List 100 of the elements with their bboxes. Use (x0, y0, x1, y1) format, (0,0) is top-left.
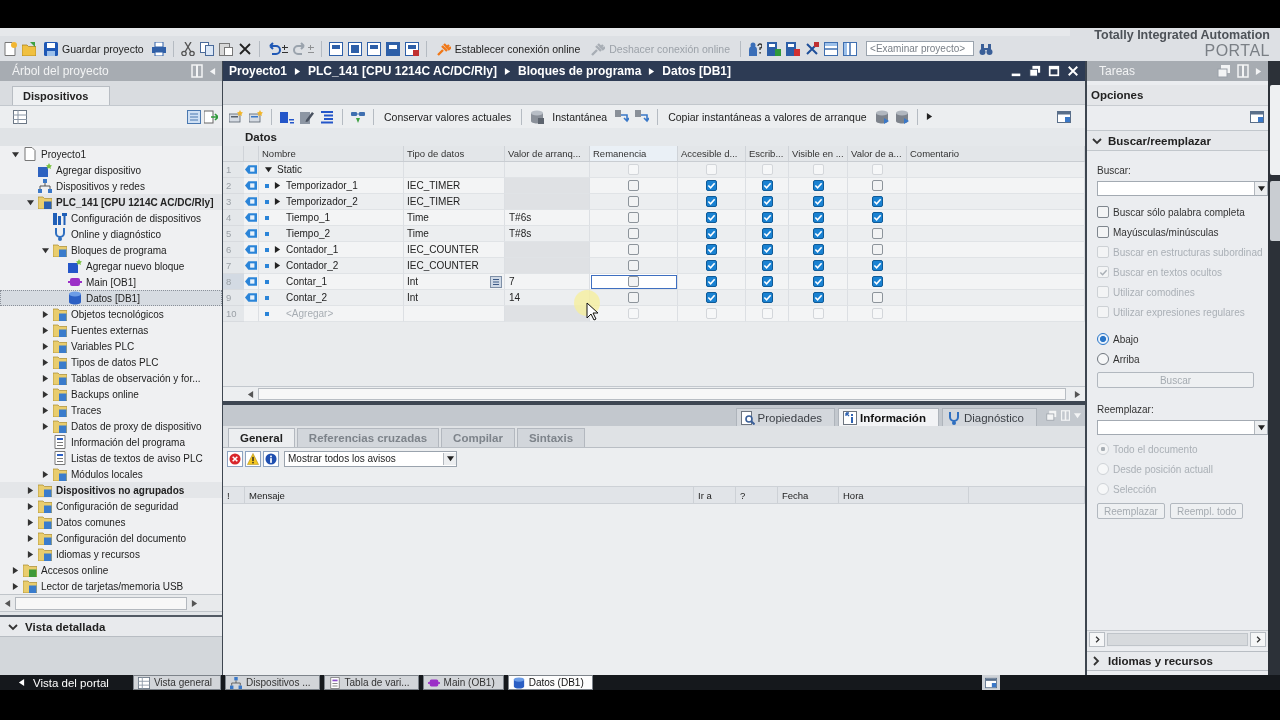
expand-arrow-icon[interactable] (27, 534, 34, 542)
edit-icon[interactable] (300, 109, 314, 124)
expand-arrow-icon[interactable] (27, 486, 34, 494)
horizontal-scrollbar[interactable] (0, 594, 222, 612)
expand-arrow-icon[interactable] (274, 198, 281, 205)
expand-arrow-icon[interactable] (12, 566, 19, 574)
insert-row-icon[interactable] (229, 109, 243, 124)
start-value[interactable]: 14 (509, 292, 521, 303)
scissors-icon[interactable] (180, 41, 195, 56)
radio-button[interactable] (1097, 333, 1109, 345)
close-icon[interactable] (1067, 65, 1079, 77)
undo-icon[interactable] (266, 41, 281, 56)
column-header[interactable]: ! (223, 487, 245, 503)
scroll-thumb[interactable] (258, 388, 1066, 400)
dropdown-arrow-icon[interactable] (446, 455, 454, 462)
table-row[interactable]: 7 Contador_2 IEC_COUNTER (223, 258, 1085, 274)
simulation-icon[interactable] (404, 41, 419, 56)
checkbox[interactable] (706, 260, 717, 271)
dropdown-arrow-icon[interactable] (1257, 424, 1265, 431)
scroll-thumb[interactable] (1107, 632, 1248, 646)
breadcrumb-item[interactable]: Datos [DB1] (662, 64, 731, 78)
load-start-values-icon[interactable] (894, 109, 909, 124)
search-input[interactable] (1097, 181, 1268, 196)
cross-icon[interactable] (805, 41, 820, 56)
checkbox[interactable] (628, 244, 639, 255)
checkbox[interactable] (871, 180, 883, 191)
toolbar-button[interactable]: Conservar valores actuales (382, 109, 514, 124)
column-header[interactable]: Mensaje (245, 487, 694, 503)
variable-name[interactable]: Tiempo_1 (286, 212, 331, 223)
expand-arrow-icon[interactable] (42, 326, 49, 334)
tab[interactable]: Propiedades (735, 408, 836, 426)
checkbox[interactable] (706, 212, 717, 223)
expand-arrow-icon[interactable] (27, 518, 34, 526)
tree-item[interactable]: Datos [DB1] (0, 290, 222, 306)
data-type[interactable]: Time (407, 212, 429, 223)
tab[interactable]: Dispositivos (12, 86, 110, 105)
expand-arrow-icon[interactable] (274, 182, 281, 189)
export-icon[interactable] (204, 110, 218, 124)
checkbox[interactable] (761, 180, 773, 191)
column-header[interactable]: Escrib... (746, 146, 789, 161)
tree-item[interactable]: Proyecto1 (0, 146, 222, 162)
checkbox[interactable] (871, 276, 883, 287)
expand-arrow-icon[interactable] (27, 502, 34, 510)
toolbar-button[interactable]: Copiar instantáneas a valores de arranque (666, 109, 869, 124)
split-vertical-icon[interactable] (843, 41, 858, 56)
tree-item[interactable]: Main [OB1] (0, 274, 222, 290)
checkbox[interactable] (812, 260, 824, 271)
tree-item[interactable]: Variables PLC (0, 338, 222, 354)
breadcrumb-arrow-icon[interactable] (294, 67, 302, 75)
column-header[interactable]: Fecha (778, 487, 839, 503)
tree-item[interactable]: Backups online (0, 386, 222, 402)
column-header[interactable]: Visible en ... (789, 146, 848, 161)
copy-snapshot-icon[interactable] (615, 109, 630, 124)
checkbox[interactable] (706, 196, 717, 207)
editor-tab[interactable]: Tabla de vari... (323, 675, 419, 690)
checkbox[interactable] (812, 228, 824, 239)
scroll-right-icon[interactable] (1254, 635, 1262, 643)
data-type[interactable]: IEC_TIMER (407, 180, 461, 191)
tree-item[interactable]: Lector de tarjetas/memoria USB (0, 578, 222, 594)
tree-item[interactable]: Fuentes externas (0, 322, 222, 338)
tree-item[interactable]: Tipos de datos PLC (0, 354, 222, 370)
expand-arrow-icon[interactable] (27, 550, 34, 558)
breadcrumb-item[interactable]: PLC_141 [CPU 1214C AC/DC/Rly] (308, 64, 497, 78)
column-header[interactable]: Valor de a... (848, 146, 907, 161)
tree-item[interactable]: Configuración de dispositivos (0, 210, 222, 226)
expand-arrow-icon[interactable] (12, 582, 19, 590)
radio-button[interactable] (1097, 353, 1109, 365)
table-row[interactable]: 6 Contador_1 IEC_COUNTER (223, 242, 1085, 258)
checkbox[interactable] (871, 260, 883, 271)
tab[interactable]: Información (838, 408, 939, 426)
checkbox[interactable] (871, 212, 883, 223)
collapse-chevron-icon[interactable] (8, 621, 18, 632)
checkbox[interactable] (812, 292, 824, 303)
data-type[interactable]: IEC_COUNTER (407, 244, 479, 255)
collapse-chevron-icon[interactable] (1092, 135, 1102, 146)
tree-item[interactable]: Agregar nuevo bloque (0, 258, 222, 274)
expand-arrow-icon[interactable] (42, 342, 49, 350)
data-type[interactable]: Int (407, 292, 419, 303)
portal-view-button[interactable]: Vista del portal (12, 675, 115, 690)
checkbox[interactable] (1097, 226, 1109, 238)
checkbox[interactable] (871, 196, 883, 207)
table-row[interactable]: 1 Static (223, 162, 1085, 178)
column-header[interactable]: Remanencia (590, 146, 678, 161)
info-icon[interactable] (265, 452, 277, 465)
variable-name[interactable]: Contador_1 (286, 244, 339, 255)
horizontal-scrollbar[interactable] (1087, 630, 1268, 647)
editor-tab[interactable]: Dispositivos ... (225, 675, 320, 690)
tree-item[interactable]: Tablas de observación y for... (0, 370, 222, 386)
variable-name[interactable]: Contar_1 (286, 276, 328, 287)
breadcrumb-item[interactable]: Proyecto1 (229, 64, 288, 78)
table-row[interactable]: 4 Tiempo_1 Time T#6s (223, 210, 1085, 226)
dropdown-arrow-icon[interactable] (1257, 185, 1265, 192)
table-row[interactable]: 3 Temporizador_2 IEC_TIMER (223, 194, 1085, 210)
checkbox[interactable] (761, 228, 773, 239)
list-icon[interactable] (320, 109, 334, 124)
data-type[interactable]: Int (407, 276, 419, 287)
stop-cpu-icon[interactable] (786, 41, 801, 56)
scroll-left-icon[interactable] (1093, 635, 1101, 643)
checkbox[interactable] (628, 196, 639, 207)
panel-layout-icon[interactable] (1057, 109, 1071, 124)
